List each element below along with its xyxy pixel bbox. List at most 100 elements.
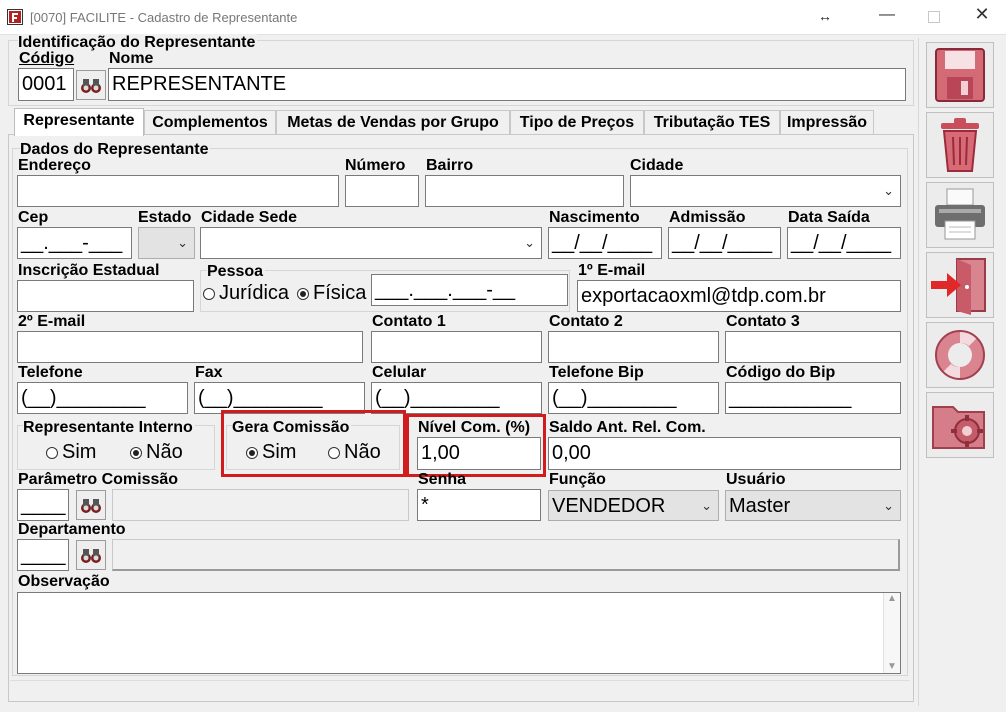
cidade-sede-label: Cidade Sede <box>201 209 298 226</box>
observacao-scrollbar[interactable]: ▲ ▼ <box>883 593 900 673</box>
print-button[interactable] <box>926 182 994 248</box>
tab-tributacao-tes[interactable]: Tributação TES <box>644 110 780 134</box>
app-icon <box>7 9 23 25</box>
bairro-input[interactable] <box>425 175 624 207</box>
bottom-scrollbar[interactable] <box>10 680 910 699</box>
data-saida-input[interactable]: __/__/____ <box>787 227 901 259</box>
codigo-label: Código <box>19 50 75 67</box>
email2-label: 2º E-mail <box>18 313 86 330</box>
tab-representante[interactable]: Representante <box>14 108 144 136</box>
search-departamento-button[interactable] <box>76 540 106 570</box>
delete-button[interactable] <box>926 112 994 178</box>
title-bar: [0070] FACILITE - Cadastro de Representa… <box>0 0 1006 35</box>
search-parametro-button[interactable] <box>76 490 106 520</box>
celular-input[interactable]: (__)________ <box>371 382 542 414</box>
codigo-input[interactable]: 0001 <box>18 68 74 101</box>
gera-comissao-sim-radio[interactable]: Sim <box>246 441 296 464</box>
chevron-down-icon: ⌄ <box>177 235 188 250</box>
telefone-input[interactable]: (__)________ <box>17 382 188 414</box>
contato2-input[interactable] <box>548 331 719 363</box>
estado-label: Estado <box>138 209 192 226</box>
cidade-select[interactable]: ⌄ <box>630 175 901 207</box>
endereco-label: Endereço <box>18 157 91 174</box>
parametro-description <box>112 489 409 521</box>
saldo-label: Saldo Ant. Rel. Com. <box>549 419 706 436</box>
nascimento-label: Nascimento <box>549 209 640 226</box>
gera-comissao-label: Gera Comissão <box>232 419 352 437</box>
nivel-com-label: Nível Com. (%) <box>418 419 531 436</box>
endereco-input[interactable] <box>17 175 339 207</box>
settings-icon <box>932 406 985 449</box>
nome-input[interactable]: REPRESENTANTE <box>108 68 906 101</box>
cep-input[interactable]: __.___-___ <box>17 227 132 259</box>
contato2-label: Contato 2 <box>549 313 623 330</box>
contato1-label: Contato 1 <box>372 313 446 330</box>
codigo-bip-input[interactable]: ___________ <box>725 382 901 414</box>
binoculars-icon <box>81 549 101 563</box>
departamento-label: Departamento <box>18 521 126 538</box>
binoculars-icon <box>81 499 101 513</box>
maximize-button[interactable] <box>928 11 940 23</box>
chevron-down-icon: ⌄ <box>883 183 894 198</box>
admissao-label: Admissão <box>669 209 746 226</box>
resize-icon[interactable]: ↔ <box>818 8 832 24</box>
exit-button[interactable] <box>926 252 994 318</box>
print-icon <box>935 188 985 240</box>
exit-icon <box>931 258 986 315</box>
nascimento-input[interactable]: __/__/____ <box>548 227 662 259</box>
contato3-label: Contato 3 <box>726 313 800 330</box>
gera-comissao-nao-radio[interactable]: Não <box>328 441 381 464</box>
pessoa-juridica-radio[interactable]: Jurídica <box>203 282 289 305</box>
inscricao-input[interactable] <box>17 280 194 312</box>
scroll-up-icon[interactable]: ▲ <box>884 593 900 605</box>
telefone-bip-label: Telefone Bip <box>549 364 644 381</box>
contato3-input[interactable] <box>725 331 901 363</box>
codigo-bip-label: Código do Bip <box>726 364 836 381</box>
rep-interno-nao-radio[interactable]: Não <box>130 441 183 464</box>
email1-input[interactable]: exportacaoxml@tdp.com.br <box>577 280 901 312</box>
minimize-button[interactable]: — <box>874 6 900 28</box>
tab-metas-vendas[interactable]: Metas de Vendas por Grupo <box>276 110 510 134</box>
funcao-select[interactable]: VENDEDOR ⌄ <box>548 490 719 521</box>
settings-button[interactable] <box>926 392 994 458</box>
email2-input[interactable] <box>17 331 363 363</box>
usuario-select[interactable]: Master ⌄ <box>725 490 901 521</box>
admissao-input[interactable]: __/__/____ <box>668 227 781 259</box>
fax-label: Fax <box>195 364 223 381</box>
telefone-bip-input[interactable]: (__)________ <box>548 382 719 414</box>
funcao-label: Função <box>549 471 606 488</box>
numero-input[interactable] <box>345 175 419 207</box>
help-button[interactable] <box>926 322 994 388</box>
cpf-input[interactable]: ___.___.___-__ <box>371 274 568 306</box>
save-icon <box>935 48 985 102</box>
senha-input[interactable]: * <box>417 489 541 521</box>
tab-complementos[interactable]: Complementos <box>144 110 276 134</box>
rep-interno-sim-radio[interactable]: Sim <box>46 441 96 464</box>
pessoa-fisica-radio[interactable]: Física <box>297 282 366 305</box>
cidade-sede-select[interactable]: ⌄ <box>200 227 542 259</box>
chevron-down-icon: ⌄ <box>524 235 535 250</box>
telefone-label: Telefone <box>18 364 83 381</box>
estado-select[interactable]: ⌄ <box>138 227 195 259</box>
rep-interno-label: Representante Interno <box>23 419 195 437</box>
fax-input[interactable]: (__)________ <box>194 382 365 414</box>
save-button[interactable] <box>926 42 994 108</box>
chevron-down-icon: ⌄ <box>883 498 894 513</box>
observacao-label: Observação <box>18 573 110 590</box>
chevron-down-icon: ⌄ <box>701 498 712 513</box>
nivel-com-input[interactable]: 1,00 <box>417 437 541 470</box>
celular-label: Celular <box>372 364 427 381</box>
close-button[interactable]: ✕ <box>970 4 994 28</box>
departamento-input[interactable]: ____ <box>17 539 69 571</box>
tab-tipo-precos[interactable]: Tipo de Preços <box>510 110 644 134</box>
tab-impressao[interactable]: Impressão <box>780 110 874 134</box>
help-icon <box>935 330 985 380</box>
search-codigo-button[interactable] <box>76 70 106 100</box>
contato1-input[interactable] <box>371 331 542 363</box>
nome-label: Nome <box>109 50 154 67</box>
saldo-input[interactable]: 0,00 <box>548 437 901 470</box>
scroll-down-icon[interactable]: ▼ <box>884 661 900 673</box>
observacao-textarea[interactable]: ▲ ▼ <box>17 592 901 674</box>
email1-label: 1º E-mail <box>578 262 646 279</box>
parametro-input[interactable]: ____ <box>17 489 69 521</box>
